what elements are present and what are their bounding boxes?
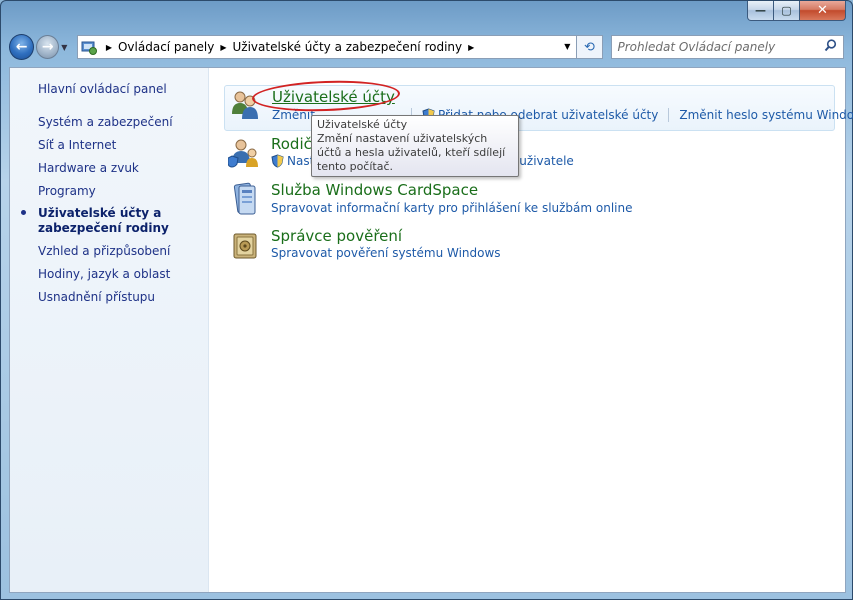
sidebar-item-user-accounts[interactable]: Uživatelské účty a zabezpečení rodiny xyxy=(21,206,178,236)
cardspace-icon xyxy=(228,182,262,216)
refresh-icon: ⟲ xyxy=(584,39,595,55)
back-button[interactable]: ← xyxy=(9,34,35,60)
arrow-left-icon: ← xyxy=(15,39,28,55)
window-frame: — ▢ ✕ ← → ▼ ▶ Ovládací panely ▶ Uživatel… xyxy=(0,0,853,600)
search-input[interactable]: Prohledat Ovládací panely xyxy=(610,35,844,59)
navigation-bar: ← → ▼ ▶ Ovládací panely ▶ Uživatelské úč… xyxy=(9,33,844,61)
chevron-right-icon[interactable]: ▶ xyxy=(220,43,226,52)
sidebar-item-clock-language[interactable]: Hodiny, jazyk a oblast xyxy=(38,266,178,282)
chevron-down-icon[interactable]: ▼ xyxy=(564,42,570,51)
search-placeholder: Prohledat Ovládací panely xyxy=(617,40,776,54)
link-separator xyxy=(668,108,670,122)
close-button[interactable]: ✕ xyxy=(800,1,846,21)
category-cardspace: Služba Windows CardSpace Spravovat infor… xyxy=(224,180,834,222)
search-icon[interactable] xyxy=(824,39,837,55)
category-credential-manager: Správce pověření Spravovat pověření syst… xyxy=(224,226,834,268)
sidebar-item-label: Uživatelské účty a zabezpečení rodiny xyxy=(38,206,169,235)
manage-windows-credentials-link[interactable]: Spravovat pověření systému Windows xyxy=(271,246,501,260)
sidebar-item-programs[interactable]: Programy xyxy=(38,183,178,199)
sidebar: Hlavní ovládací panel Systém a zabezpeče… xyxy=(10,68,209,592)
parental-users-link[interactable]: uživatele xyxy=(519,154,574,168)
address-bar[interactable]: ▶ Ovládací panely ▶ Uživatelské účty a z… xyxy=(76,35,578,59)
parental-controls-icon xyxy=(227,136,262,170)
category-title-parental[interactable]: Rodič xyxy=(271,135,312,153)
category-title-cardspace[interactable]: Služba Windows CardSpace xyxy=(271,181,478,199)
category-title-credential-manager[interactable]: Správce pověření xyxy=(271,227,402,245)
tooltip-body: Změní nastavení uživatelských účtů a hes… xyxy=(317,132,506,173)
sidebar-item-ease-of-access[interactable]: Usnadnění přístupu xyxy=(38,289,178,305)
sidebar-item-network[interactable]: Síť a Internet xyxy=(38,137,178,153)
breadcrumb-user-accounts[interactable]: Uživatelské účty a zabezpečení rodiny xyxy=(233,40,463,54)
arrow-right-icon: → xyxy=(41,39,54,55)
refresh-button[interactable]: ⟲ xyxy=(577,35,603,59)
history-dropdown-icon[interactable]: ▼ xyxy=(61,43,73,52)
forward-button[interactable]: → xyxy=(36,35,60,59)
breadcrumb-control-panel[interactable]: Ovládací panely xyxy=(118,40,214,54)
tooltip: Uživatelské účty Změní nastavení uživate… xyxy=(311,115,519,177)
sidebar-item-home[interactable]: Hlavní ovládací panel xyxy=(38,81,178,97)
sidebar-item-hardware[interactable]: Hardware a zvuk xyxy=(38,160,178,176)
manage-information-cards-link[interactable]: Spravovat informační karty pro přihlášen… xyxy=(271,201,633,215)
caption-buttons: — ▢ ✕ xyxy=(747,1,846,21)
control-panel-icon xyxy=(78,36,100,58)
uac-shield-icon xyxy=(271,154,284,168)
vault-icon xyxy=(228,228,262,262)
tooltip-title: Uživatelské účty xyxy=(317,118,408,131)
main-content: Uživatelské účty Změnit Přidat nebo odeb… xyxy=(210,68,853,592)
maximize-button[interactable]: ▢ xyxy=(774,1,800,21)
active-bullet-icon xyxy=(21,210,26,215)
chevron-right-icon[interactable]: ▶ xyxy=(106,43,112,52)
sidebar-item-appearance[interactable]: Vzhled a přizpůsobení xyxy=(38,243,178,259)
change-windows-password-link[interactable]: Změnit heslo systému Windows xyxy=(679,108,853,122)
minimize-button[interactable]: — xyxy=(747,1,774,21)
sidebar-item-system-security[interactable]: Systém a zabezpečení xyxy=(38,114,178,130)
chevron-right-icon[interactable]: ▶ xyxy=(468,43,474,52)
